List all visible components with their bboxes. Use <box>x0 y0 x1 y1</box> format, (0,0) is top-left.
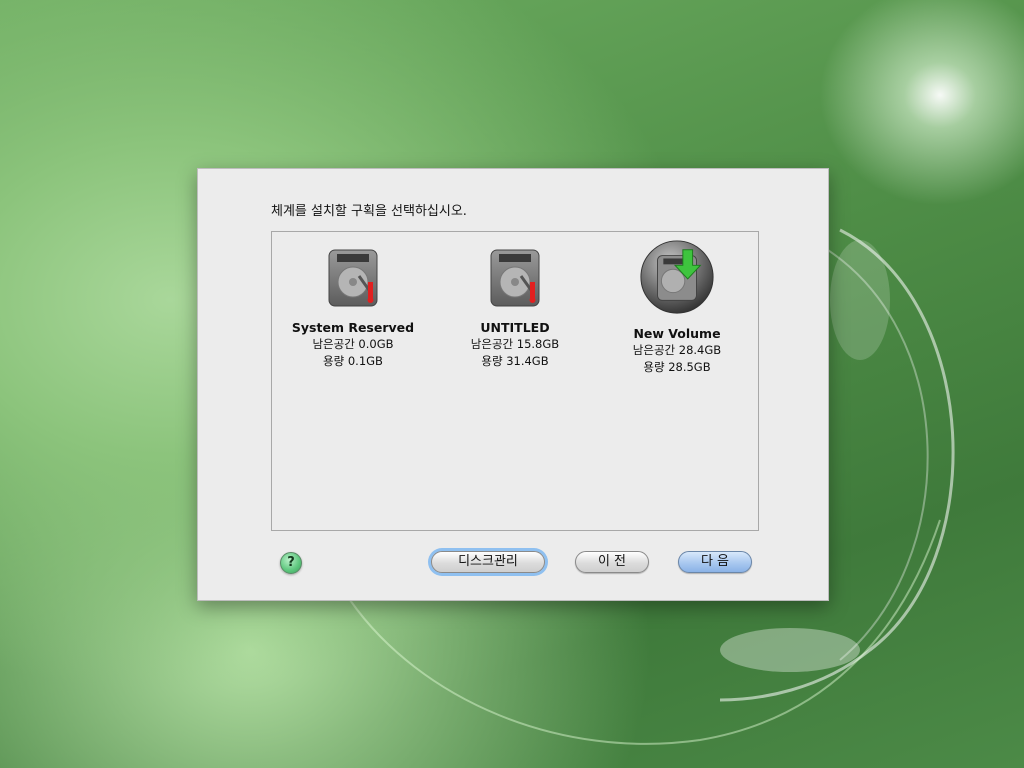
disk-management-button[interactable]: 디스크관리 <box>431 551 545 573</box>
install-destination-dialog: 체계를 설치할 구획을 선택하십시오. System Reserved 남은공간… <box>197 168 829 601</box>
back-button[interactable]: 이 전 <box>575 551 649 573</box>
help-button[interactable]: ? <box>280 552 302 574</box>
volume-name: New Volume <box>633 326 721 341</box>
hard-drive-install-icon <box>640 240 714 314</box>
volume-capacity: 용량 31.4GB <box>481 354 549 368</box>
volume-free-space: 남은공간 15.8GB <box>470 337 560 351</box>
hard-drive-icon <box>490 249 540 307</box>
dialog-prompt: 체계를 설치할 구획을 선택하십시오. <box>271 204 467 219</box>
volume-capacity: 용량 0.1GB <box>323 354 383 368</box>
volume-item-system-reserved[interactable]: System Reserved 남은공간 0.0GB 용량 0.1GB <box>278 244 428 370</box>
volume-list[interactable]: System Reserved 남은공간 0.0GB 용량 0.1GB UNTI… <box>271 231 759 531</box>
volume-free-space: 남은공간 28.4GB <box>632 343 722 357</box>
next-button[interactable]: 다 음 <box>678 551 752 573</box>
hard-drive-icon <box>328 249 378 307</box>
volume-name: System Reserved <box>291 320 415 335</box>
volume-free-space: 남은공간 0.0GB <box>312 337 394 351</box>
volume-item-new-volume[interactable]: New Volume 남은공간 28.4GB 용량 28.5GB <box>602 240 752 376</box>
volume-item-untitled[interactable]: UNTITLED 남은공간 15.8GB 용량 31.4GB <box>440 244 590 370</box>
volume-name: UNTITLED <box>480 320 550 335</box>
volume-capacity: 용량 28.5GB <box>643 360 711 374</box>
